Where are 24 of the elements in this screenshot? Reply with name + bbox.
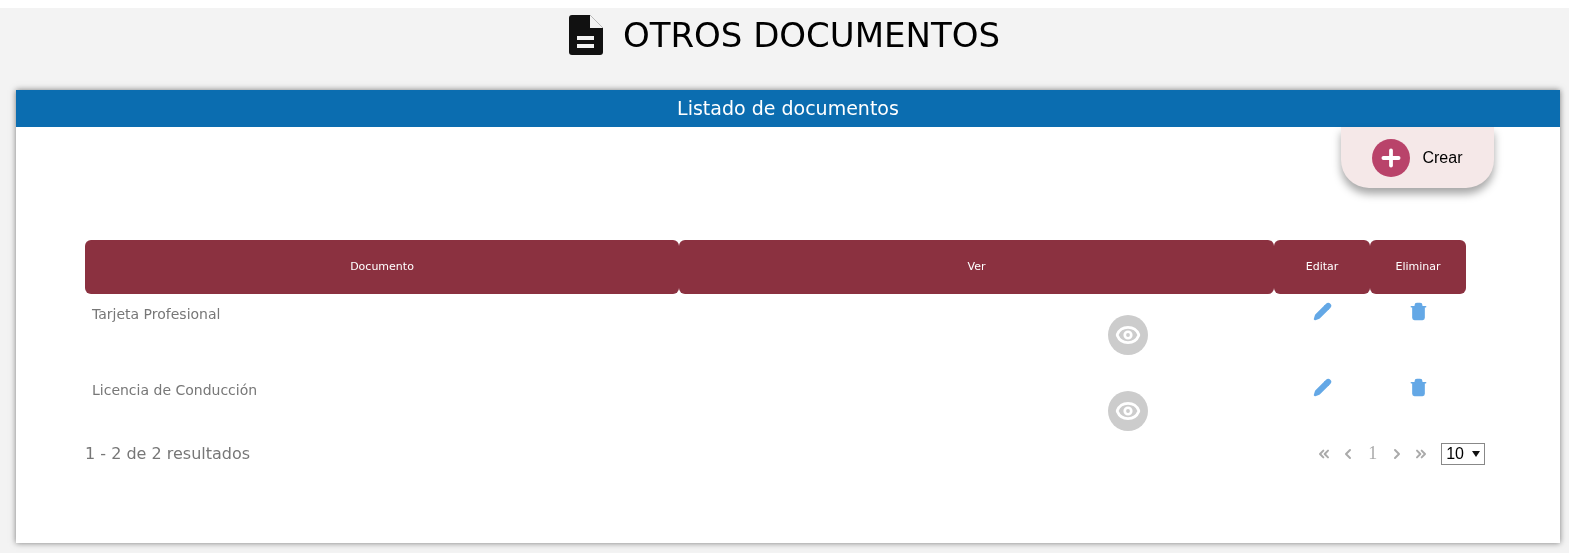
plus-icon — [1372, 138, 1411, 177]
results-summary: 1 - 2 de 2 resultados — [85, 442, 252, 465]
trash-icon — [1408, 378, 1428, 397]
pencil-icon — [1312, 378, 1332, 397]
document-name: Licencia de Conducción — [92, 382, 258, 398]
page-size-select[interactable]: 10 — [1441, 442, 1485, 465]
edit-button[interactable] — [1312, 302, 1332, 322]
view-button[interactable] — [1108, 315, 1148, 355]
edit-button[interactable] — [1312, 378, 1332, 398]
caret-icon — [1472, 450, 1480, 457]
create-button[interactable]: Crear — [1341, 127, 1494, 188]
document-icon — [568, 15, 603, 55]
column-header: Ver — [679, 240, 1274, 294]
panel-title: Listado de documentos — [677, 96, 899, 122]
document-name: Tarjeta Profesional — [92, 306, 221, 322]
delete-button[interactable] — [1408, 302, 1428, 322]
delete-button[interactable] — [1408, 378, 1428, 398]
column-header: Eliminar — [1370, 240, 1466, 294]
pencil-icon — [1312, 302, 1332, 321]
column-header: Editar — [1274, 240, 1370, 294]
page-title: OTROS DOCUMENTOS — [622, 13, 1001, 57]
view-button[interactable] — [1108, 391, 1148, 431]
column-header: Documento — [85, 240, 679, 294]
trash-icon — [1408, 302, 1428, 321]
